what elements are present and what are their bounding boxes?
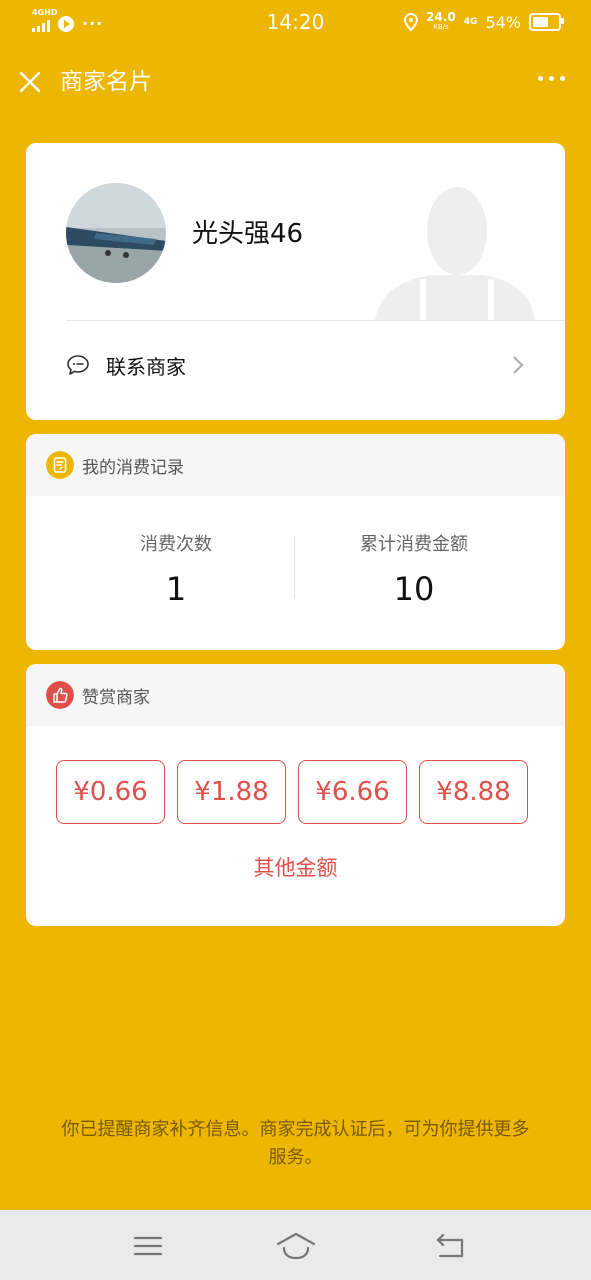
avatar[interactable] bbox=[66, 183, 166, 283]
tip-section-title: 赞赏商家 bbox=[82, 688, 150, 708]
tip-merchant-card: 赞赏商家 ¥0.66 ¥1.88 ¥6.66 ¥8.88 其他金额 bbox=[26, 664, 565, 926]
consumption-section-header: 我的消费记录 bbox=[26, 434, 565, 496]
stat-label: 累计消费金额 bbox=[360, 534, 468, 555]
receipt-icon bbox=[46, 451, 74, 479]
stat-value: 10 bbox=[393, 570, 435, 608]
title-bar: 商家名片 bbox=[0, 54, 591, 110]
battery-icon bbox=[529, 13, 564, 31]
close-icon[interactable] bbox=[18, 70, 42, 94]
tip-amount-button[interactable]: ¥0.66 bbox=[56, 760, 165, 824]
battery-percent: 54% bbox=[485, 12, 521, 32]
more-options-icon[interactable] bbox=[538, 76, 565, 81]
location-icon bbox=[404, 13, 419, 31]
network-speed: 24.0 KB/s bbox=[426, 11, 456, 32]
chat-bubble-icon bbox=[67, 355, 89, 375]
person-silhouette-icon bbox=[375, 187, 535, 321]
footer-note: 你已提醒商家补齐信息。商家完成认证后，可为你提供更多服务。 bbox=[61, 1119, 530, 1168]
back-icon[interactable] bbox=[430, 1230, 470, 1262]
chevron-right-icon bbox=[513, 356, 524, 374]
contact-merchant-row[interactable]: 联系商家 bbox=[66, 343, 525, 387]
page-title: 商家名片 bbox=[60, 69, 152, 95]
status-bar: 4GHD ··· 14:20 24.0 KB/s 4G 54% bbox=[0, 0, 591, 48]
tip-amount-button[interactable]: ¥8.88 bbox=[419, 760, 528, 824]
merchant-profile-card: 光头强46 联系商家 bbox=[26, 143, 565, 420]
contact-merchant-label: 联系商家 bbox=[106, 355, 186, 379]
stat-total-amount: 累计消费金额 10 bbox=[294, 530, 534, 608]
thumbs-up-icon bbox=[46, 681, 74, 709]
tip-section-header: 赞赏商家 bbox=[26, 664, 565, 726]
home-icon[interactable] bbox=[276, 1230, 316, 1262]
stat-label: 消费次数 bbox=[140, 534, 212, 555]
system-nav-bar bbox=[0, 1210, 591, 1280]
consumption-record-card: 我的消费记录 消费次数 1 累计消费金额 10 bbox=[26, 434, 565, 650]
network-type: 4G bbox=[463, 17, 478, 27]
menu-icon[interactable] bbox=[128, 1230, 168, 1262]
merchant-name: 光头强46 bbox=[192, 219, 304, 249]
status-right: 24.0 KB/s 4G 54% bbox=[404, 11, 564, 32]
avatar-image bbox=[66, 183, 166, 283]
tip-amount-options: ¥0.66 ¥1.88 ¥6.66 ¥8.88 bbox=[56, 760, 528, 824]
tip-amount-button[interactable]: ¥6.66 bbox=[298, 760, 407, 824]
tip-amount-button[interactable]: ¥1.88 bbox=[177, 760, 286, 824]
consumption-section-title: 我的消费记录 bbox=[82, 458, 184, 478]
divider bbox=[66, 320, 565, 321]
other-amount-link[interactable]: 其他金额 bbox=[26, 852, 565, 882]
stat-visit-count: 消费次数 1 bbox=[56, 530, 296, 608]
stat-value: 1 bbox=[165, 570, 187, 608]
